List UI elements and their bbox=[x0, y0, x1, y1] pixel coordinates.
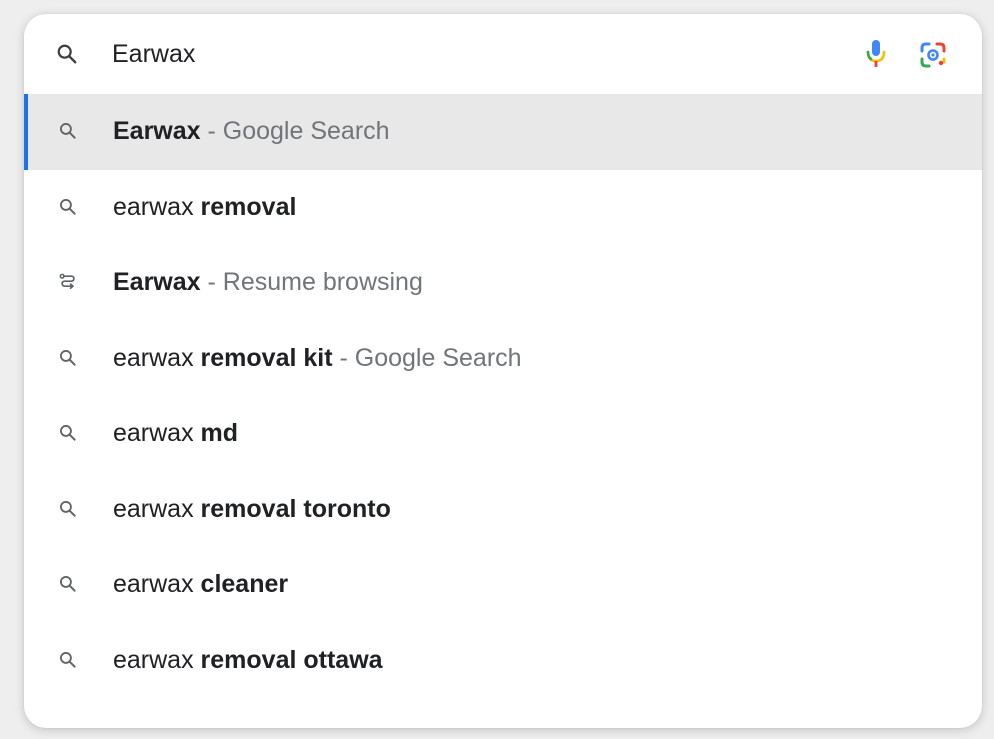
suggestion-typed-part: earwax bbox=[113, 570, 201, 598]
suggestion-row[interactable]: Earwax - Google Search bbox=[24, 94, 982, 170]
microphone-icon[interactable] bbox=[862, 38, 890, 70]
suggestion-typed-part: earwax bbox=[113, 494, 201, 523]
suggestion-completion-part: md bbox=[200, 419, 239, 447]
suggestion-completion-part: removal bbox=[200, 192, 297, 221]
suggestion-suffix: - Google Search bbox=[200, 117, 390, 145]
history-journey-icon bbox=[58, 272, 78, 292]
suggestion-completion-part: Earwax bbox=[113, 117, 201, 145]
suggestion-row[interactable]: earwax removal toronto bbox=[24, 472, 982, 548]
suggestion-list: Earwax - Google Search earwax removal Earw… bbox=[24, 94, 982, 698]
suggestion-suffix: - Google Search bbox=[332, 343, 522, 372]
search-icon bbox=[58, 423, 78, 443]
suggestion-typed-part: earwax bbox=[113, 343, 201, 372]
suggestion-completion-part: Earwax bbox=[113, 268, 201, 296]
search-icon bbox=[58, 499, 78, 519]
search-icon bbox=[57, 44, 77, 64]
search-input[interactable] bbox=[112, 36, 812, 72]
suggestion-row[interactable]: Earwax - Resume browsing bbox=[24, 245, 982, 321]
suggestion-text: earwax removal ottawa bbox=[113, 645, 383, 675]
suggestion-text: earwax removal bbox=[113, 192, 296, 222]
suggestion-text: earwax md bbox=[113, 418, 238, 448]
search-icon bbox=[58, 197, 78, 217]
suggestion-typed-part: earwax bbox=[113, 192, 201, 221]
search-icon bbox=[58, 574, 78, 594]
suggestion-row[interactable]: earwax removal bbox=[24, 170, 982, 246]
suggestion-text: earwax removal toronto bbox=[113, 494, 391, 524]
suggestion-text: earwax cleaner bbox=[113, 569, 288, 599]
suggestion-completion-part: removal toronto bbox=[200, 494, 391, 523]
suggestion-row[interactable]: earwax md bbox=[24, 396, 982, 472]
search-autocomplete-dropdown: Earwax - Google Search earwax removal Earw… bbox=[24, 14, 982, 728]
suggestion-completion-part: removal kit bbox=[200, 343, 333, 372]
search-bar bbox=[24, 14, 982, 94]
suggestion-completion-part: cleaner bbox=[200, 570, 289, 598]
suggestion-text: Earwax - Google Search bbox=[113, 116, 390, 146]
suggestion-text: earwax removal kit - Google Search bbox=[113, 343, 522, 373]
suggestion-row[interactable]: earwax cleaner bbox=[24, 547, 982, 623]
suggestion-typed-part: earwax bbox=[113, 645, 201, 674]
suggestion-row[interactable]: earwax removal kit - Google Search bbox=[24, 321, 982, 397]
google-lens-icon[interactable] bbox=[918, 40, 948, 70]
suggestion-typed-part: earwax bbox=[113, 419, 201, 447]
search-icon bbox=[58, 348, 78, 368]
search-icon bbox=[58, 650, 78, 670]
suggestion-completion-part: removal ottawa bbox=[200, 645, 383, 674]
search-icon bbox=[58, 121, 78, 141]
suggestion-text: Earwax - Resume browsing bbox=[113, 267, 423, 297]
suggestion-suffix: - Resume browsing bbox=[200, 268, 423, 296]
suggestion-row[interactable]: earwax removal ottawa bbox=[24, 623, 982, 699]
